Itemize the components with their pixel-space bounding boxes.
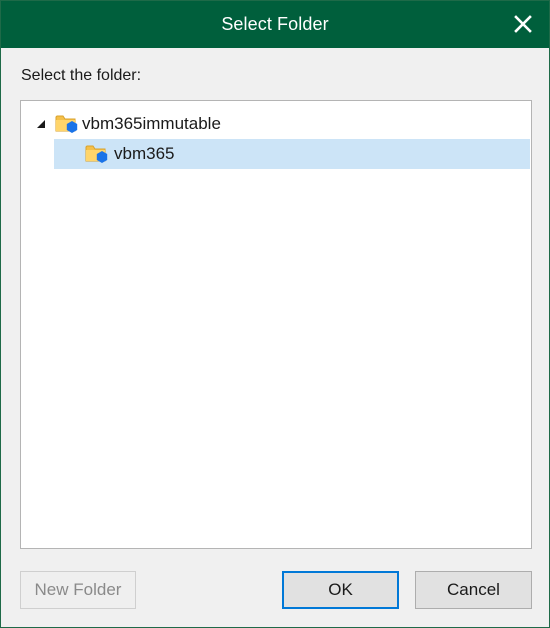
- select-folder-dialog: Select Folder Select the folder: vbm365i…: [0, 0, 550, 628]
- object-storage-folder-icon: [55, 112, 81, 136]
- collapse-arrow-icon[interactable]: [35, 118, 47, 130]
- dialog-title: Select Folder: [221, 14, 329, 34]
- close-icon: [514, 15, 532, 33]
- object-storage-folder-icon: [85, 142, 111, 166]
- cancel-button[interactable]: Cancel: [415, 571, 532, 609]
- new-folder-button[interactable]: New Folder: [20, 571, 136, 609]
- folder-tree[interactable]: vbm365immutable vbm365: [20, 100, 532, 549]
- tree-node-vbm365[interactable]: vbm365: [54, 139, 530, 169]
- close-button[interactable]: [507, 8, 539, 40]
- tree-node-vbm365immutable[interactable]: vbm365immutable: [35, 109, 221, 139]
- ok-button[interactable]: OK: [282, 571, 399, 609]
- title-bar[interactable]: Select Folder: [1, 1, 549, 48]
- tree-node-label: vbm365: [114, 144, 175, 163]
- tree-node-label: vbm365immutable: [82, 114, 221, 133]
- select-folder-label: Select the folder:: [21, 67, 142, 84]
